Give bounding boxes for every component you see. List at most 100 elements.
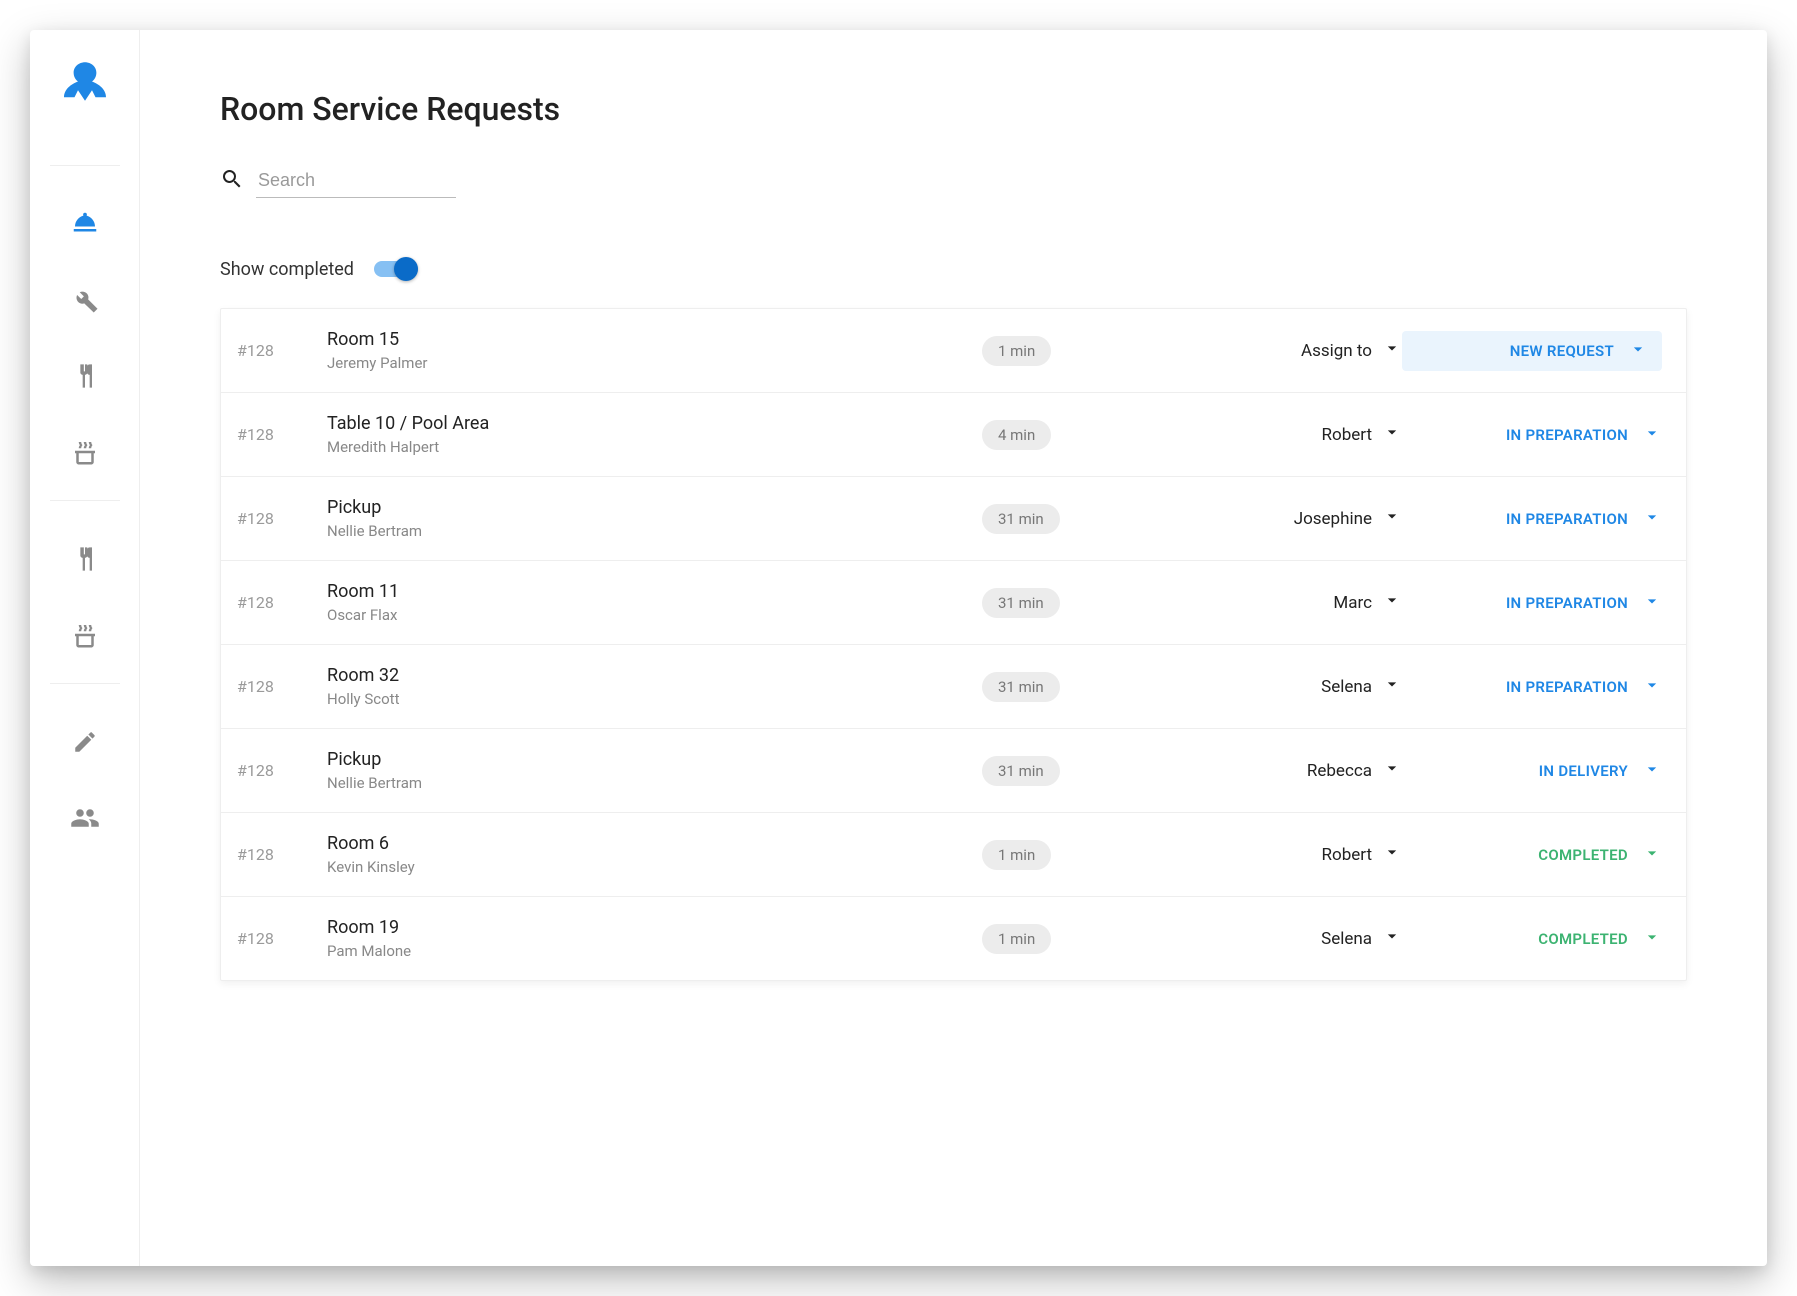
status-dropdown[interactable]: IN PREPARATION <box>1402 507 1662 531</box>
request-id: #128 <box>237 929 327 948</box>
chevron-down-icon <box>1642 927 1662 951</box>
search-input[interactable] <box>256 164 456 198</box>
app-logo <box>55 55 115 115</box>
status-dropdown[interactable]: IN PREPARATION <box>1402 591 1662 615</box>
assignee-dropdown[interactable]: Josephine <box>1162 506 1402 531</box>
request-id: #128 <box>237 677 327 696</box>
sidebar-divider <box>50 683 120 684</box>
chevron-down-icon <box>1642 423 1662 447</box>
show-completed-label: Show completed <box>220 259 354 280</box>
request-location: Room 6 <box>327 833 982 854</box>
main-content: Room Service Requests Show completed #12… <box>140 30 1767 1266</box>
chevron-down-icon <box>1628 339 1648 363</box>
status-label: COMPLETED <box>1538 930 1628 948</box>
sidebar-item-room-service[interactable] <box>65 204 105 244</box>
chevron-down-icon <box>1382 926 1402 951</box>
status-label: COMPLETED <box>1538 846 1628 864</box>
request-location-cell: Room 15 Jeremy Palmer <box>327 329 982 372</box>
chevron-down-icon <box>1382 422 1402 447</box>
sidebar-item-spa-alt[interactable] <box>65 615 105 655</box>
elapsed-time-pill: 31 min <box>982 672 1060 702</box>
request-time-cell: 1 min <box>982 840 1162 870</box>
chevron-down-icon <box>1382 758 1402 783</box>
status-dropdown[interactable]: IN DELIVERY <box>1402 759 1662 783</box>
sidebar-item-restaurant-alt[interactable] <box>65 539 105 579</box>
status-dropdown[interactable]: NEW REQUEST <box>1402 331 1662 371</box>
assignee-dropdown[interactable]: Robert <box>1162 842 1402 867</box>
status-label: IN PREPARATION <box>1506 510 1628 528</box>
request-location: Room 11 <box>327 581 982 602</box>
request-time-cell: 31 min <box>982 588 1162 618</box>
assignee-dropdown[interactable]: Assign to <box>1162 338 1402 363</box>
sidebar-divider <box>50 165 120 166</box>
status-label: IN PREPARATION <box>1506 678 1628 696</box>
assignee-name: Selena <box>1321 929 1372 949</box>
request-guest: Nellie Bertram <box>327 774 982 792</box>
sidebar-item-restaurant[interactable] <box>65 356 105 396</box>
status-dropdown[interactable]: COMPLETED <box>1402 843 1662 867</box>
search-icon <box>220 167 244 195</box>
request-guest: Holly Scott <box>327 690 982 708</box>
show-completed-row: Show completed <box>220 258 1687 280</box>
chevron-down-icon <box>1382 674 1402 699</box>
status-dropdown[interactable]: IN PREPARATION <box>1402 423 1662 447</box>
request-location-cell: Room 32 Holly Scott <box>327 665 982 708</box>
sidebar-item-maintenance[interactable] <box>65 280 105 320</box>
request-location: Table 10 / Pool Area <box>327 413 982 434</box>
request-row[interactable]: #128 Pickup Nellie Bertram 31 min Rebecc… <box>221 729 1686 813</box>
status-label: NEW REQUEST <box>1510 342 1614 360</box>
request-guest: Pam Malone <box>327 942 982 960</box>
request-location: Room 32 <box>327 665 982 686</box>
request-time-cell: 4 min <box>982 420 1162 450</box>
request-row[interactable]: #128 Table 10 / Pool Area Meredith Halpe… <box>221 393 1686 477</box>
request-guest: Jeremy Palmer <box>327 354 982 372</box>
request-id: #128 <box>237 425 327 444</box>
assignee-dropdown[interactable]: Selena <box>1162 926 1402 951</box>
request-location-cell: Pickup Nellie Bertram <box>327 497 982 540</box>
request-row[interactable]: #128 Room 11 Oscar Flax 31 min Marc IN P… <box>221 561 1686 645</box>
status-dropdown[interactable]: COMPLETED <box>1402 927 1662 951</box>
request-time-cell: 1 min <box>982 336 1162 366</box>
elapsed-time-pill: 1 min <box>982 924 1051 954</box>
request-row[interactable]: #128 Room 15 Jeremy Palmer 1 min Assign … <box>221 309 1686 393</box>
request-location: Pickup <box>327 749 982 770</box>
assignee-name: Robert <box>1322 425 1372 445</box>
request-row[interactable]: #128 Room 6 Kevin Kinsley 1 min Robert C… <box>221 813 1686 897</box>
assignee-dropdown[interactable]: Selena <box>1162 674 1402 699</box>
assignee-name: Marc <box>1333 593 1372 613</box>
sidebar-item-spa[interactable] <box>65 432 105 472</box>
elapsed-time-pill: 31 min <box>982 756 1060 786</box>
request-id: #128 <box>237 845 327 864</box>
elapsed-time-pill: 1 min <box>982 336 1051 366</box>
request-row[interactable]: #128 Room 19 Pam Malone 1 min Selena COM… <box>221 897 1686 980</box>
request-id: #128 <box>237 341 327 360</box>
chevron-down-icon <box>1382 590 1402 615</box>
elapsed-time-pill: 1 min <box>982 840 1051 870</box>
request-row[interactable]: #128 Pickup Nellie Bertram 31 min Joseph… <box>221 477 1686 561</box>
request-row[interactable]: #128 Room 32 Holly Scott 31 min Selena I… <box>221 645 1686 729</box>
assignee-dropdown[interactable]: Robert <box>1162 422 1402 447</box>
requests-table: #128 Room 15 Jeremy Palmer 1 min Assign … <box>220 308 1687 981</box>
request-guest: Nellie Bertram <box>327 522 982 540</box>
request-id: #128 <box>237 593 327 612</box>
request-time-cell: 31 min <box>982 672 1162 702</box>
sidebar-divider <box>50 500 120 501</box>
request-location-cell: Room 6 Kevin Kinsley <box>327 833 982 876</box>
app-frame: Room Service Requests Show completed #12… <box>30 30 1767 1266</box>
request-location: Pickup <box>327 497 982 518</box>
request-location-cell: Pickup Nellie Bertram <box>327 749 982 792</box>
assignee-name: Josephine <box>1294 509 1372 529</box>
sidebar-item-edit[interactable] <box>65 722 105 762</box>
status-dropdown[interactable]: IN PREPARATION <box>1402 675 1662 699</box>
elapsed-time-pill: 4 min <box>982 420 1051 450</box>
request-location: Room 19 <box>327 917 982 938</box>
chevron-down-icon <box>1642 507 1662 531</box>
assignee-dropdown[interactable]: Marc <box>1162 590 1402 615</box>
request-location-cell: Room 11 Oscar Flax <box>327 581 982 624</box>
show-completed-toggle[interactable] <box>374 258 418 280</box>
sidebar-item-users[interactable] <box>65 798 105 838</box>
request-location-cell: Table 10 / Pool Area Meredith Halpert <box>327 413 982 456</box>
chevron-down-icon <box>1642 591 1662 615</box>
assignee-dropdown[interactable]: Rebecca <box>1162 758 1402 783</box>
page-title: Room Service Requests <box>220 90 1687 128</box>
